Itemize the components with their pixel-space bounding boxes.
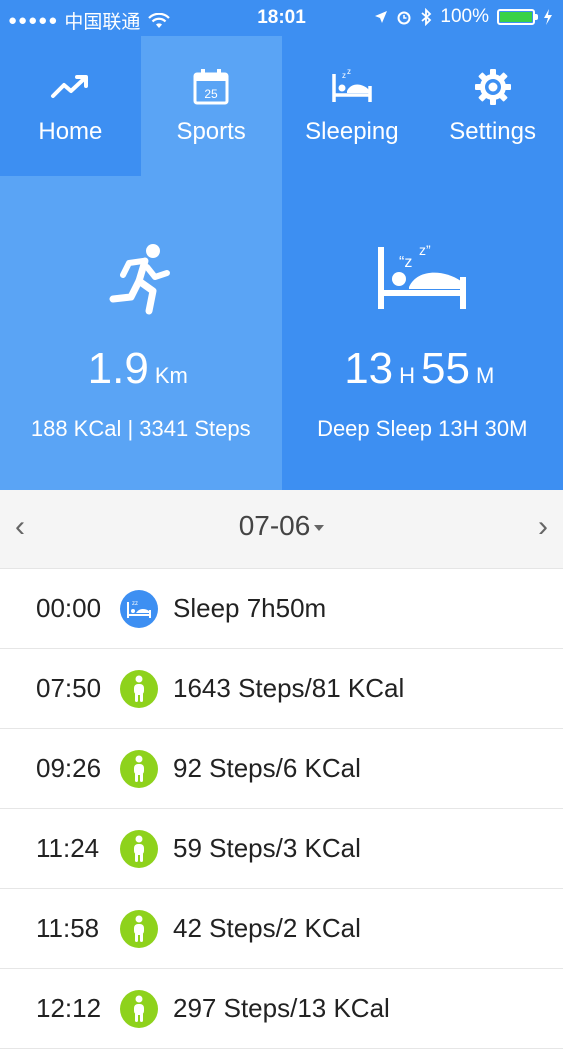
sleep-summary-card[interactable]: “z z” 13H55M Deep Sleep 13H 30M	[282, 176, 563, 490]
activity-time: 00:00	[36, 593, 101, 624]
tab-label: Sports	[176, 118, 245, 146]
sport-details: 188 KCal | 3341 Steps	[0, 416, 282, 442]
svg-text:z: z	[342, 71, 346, 80]
svg-text:z”: z”	[419, 242, 431, 258]
signal-strength: ●●●●●	[8, 12, 58, 29]
walk-icon	[120, 830, 158, 868]
battery-icon	[497, 9, 535, 25]
activity-row[interactable]: 11:58 42 Steps/2 KCal	[0, 889, 563, 969]
walk-icon	[120, 990, 158, 1028]
activity-text: 1643 Steps/81 KCal	[173, 673, 404, 704]
activity-text: 42 Steps/2 KCal	[173, 913, 361, 944]
carrier-name: 中国联通	[64, 7, 140, 34]
sleep-details: Deep Sleep 13H 30M	[282, 416, 563, 442]
bed-icon: “z z”	[377, 241, 467, 313]
activity-list: 00:00 zz Sleep 7h50m 07:50 1643 Steps/81…	[0, 569, 563, 1049]
tab-sports[interactable]: 25 Sports	[141, 36, 282, 176]
tab-label: Home	[38, 118, 102, 146]
distance-value: 1.9	[88, 344, 149, 393]
activity-text: Sleep 7h50m	[173, 593, 326, 624]
tab-sleeping[interactable]: z z Sleeping	[282, 36, 423, 176]
tab-home[interactable]: Home	[0, 36, 141, 176]
status-bar: ●●●●● 中国联通 18:01 100%	[0, 0, 563, 36]
alarm-icon	[396, 9, 412, 25]
top-nav: Home 25 Sports z z Sleeping	[0, 36, 563, 176]
date-dropdown[interactable]: 07-06	[0, 510, 563, 542]
calendar-icon: 25	[190, 66, 232, 108]
activity-row[interactable]: 11:24 59 Steps/3 KCal	[0, 809, 563, 889]
date-selector: ‹ 07-06 ›	[0, 490, 563, 569]
activity-row[interactable]: 12:12 297 Steps/13 KCal	[0, 969, 563, 1049]
sport-distance: 1.9Km	[0, 344, 282, 394]
activity-time: 11:58	[36, 913, 99, 944]
activity-time: 09:26	[36, 753, 101, 784]
sleep-icon: zz	[120, 590, 158, 628]
activity-row[interactable]: 00:00 zz Sleep 7h50m	[0, 569, 563, 649]
activity-text: 92 Steps/6 KCal	[173, 753, 361, 784]
trend-icon	[49, 66, 91, 108]
wifi-icon	[148, 13, 170, 29]
charging-icon	[543, 9, 553, 25]
calendar-day: 25	[204, 87, 218, 101]
svg-text:zz: zz	[132, 601, 138, 607]
bed-icon: z z	[331, 66, 373, 108]
walk-icon	[120, 750, 158, 788]
caret-down-icon	[314, 525, 324, 531]
activity-row[interactable]: 09:26 92 Steps/6 KCal	[0, 729, 563, 809]
tab-settings[interactable]: Settings	[422, 36, 563, 176]
battery-percent: 100%	[440, 6, 489, 28]
svg-text:z: z	[347, 67, 351, 76]
sleep-hours-unit: H	[399, 363, 415, 388]
next-day-button[interactable]: ›	[523, 510, 563, 544]
activity-row[interactable]: 07:50 1643 Steps/81 KCal	[0, 649, 563, 729]
sport-summary-card[interactable]: 1.9Km 188 KCal | 3341 Steps	[0, 176, 282, 490]
running-icon	[103, 241, 179, 317]
distance-unit: Km	[155, 363, 188, 388]
activity-time: 12:12	[36, 993, 101, 1024]
current-date: 07-06	[239, 510, 311, 541]
sleep-duration: 13H55M	[282, 344, 563, 394]
summary-cards: 1.9Km 188 KCal | 3341 Steps “z z” 13H55M…	[0, 176, 563, 490]
activity-text: 297 Steps/13 KCal	[173, 993, 390, 1024]
location-arrow-icon	[374, 10, 388, 24]
gear-icon	[472, 66, 514, 108]
walk-icon	[120, 910, 158, 948]
bluetooth-icon	[420, 8, 432, 26]
sleep-minutes: 55	[421, 344, 470, 393]
svg-text:“z: “z	[399, 254, 412, 271]
tab-label: Sleeping	[305, 118, 398, 146]
activity-time: 11:24	[36, 833, 99, 864]
sleep-minutes-unit: M	[476, 363, 494, 388]
sleep-hours: 13	[344, 344, 393, 393]
tab-label: Settings	[449, 118, 536, 146]
activity-text: 59 Steps/3 KCal	[173, 833, 361, 864]
activity-time: 07:50	[36, 673, 101, 704]
walk-icon	[120, 670, 158, 708]
